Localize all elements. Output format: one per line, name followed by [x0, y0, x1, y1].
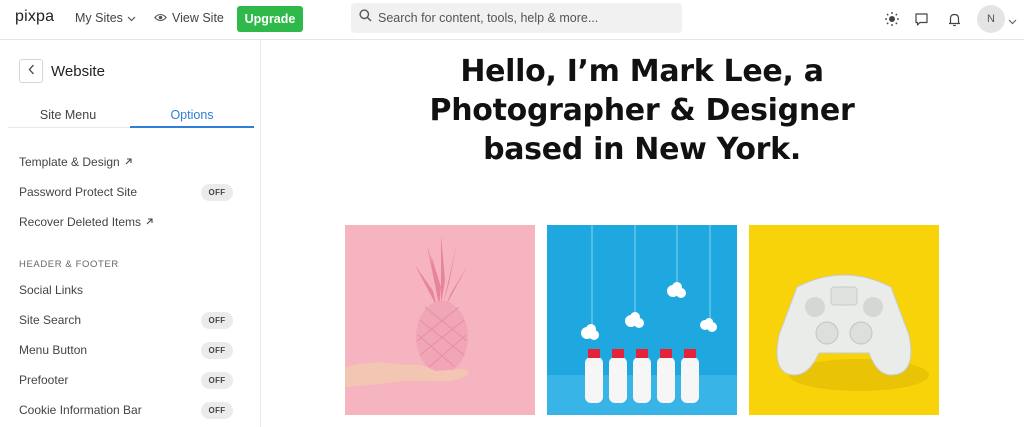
sidebar-item-cookie-bar[interactable]: Cookie Information Bar OFF — [19, 400, 233, 420]
tab-options[interactable]: Options — [130, 108, 254, 128]
site-search-toggle[interactable]: OFF — [201, 311, 233, 329]
gallery-image-controller[interactable] — [749, 225, 939, 415]
sidebar-item-label: Password Protect Site — [19, 185, 138, 199]
section-header-header-footer: HEADER & FOOTER — [19, 259, 119, 270]
chevron-down-icon[interactable] — [1008, 12, 1017, 30]
active-tab-indicator — [130, 126, 254, 128]
back-button[interactable] — [19, 59, 43, 83]
sidebar-item-password-protect[interactable]: Password Protect Site OFF — [19, 182, 233, 202]
view-site-label: View Site — [172, 11, 224, 25]
search-bar[interactable] — [351, 3, 682, 33]
cookie-bar-toggle[interactable]: OFF — [201, 401, 233, 419]
sidebar-item-label: Site Search — [19, 313, 82, 327]
password-protect-toggle[interactable]: OFF — [201, 183, 233, 201]
external-arrow-icon — [124, 155, 133, 169]
chevron-down-icon — [127, 11, 136, 25]
sidebar-item-label: Recover Deleted Items — [19, 215, 142, 229]
sidebar-item-recover-deleted[interactable]: Recover Deleted Items — [19, 212, 233, 232]
bell-icon[interactable] — [945, 10, 963, 28]
sidebar-title: Website — [51, 63, 105, 80]
sidebar-item-label: Prefooter — [19, 373, 69, 387]
avatar[interactable]: N — [977, 5, 1005, 33]
eye-icon — [154, 11, 167, 25]
prefooter-toggle[interactable]: OFF — [201, 371, 233, 389]
search-icon — [359, 9, 372, 27]
sidebar-item-label: Menu Button — [19, 343, 88, 357]
view-site-link[interactable]: View Site — [154, 11, 224, 25]
upgrade-button[interactable]: Upgrade — [237, 6, 303, 32]
chevron-left-icon — [28, 62, 35, 80]
my-sites-label: My Sites — [75, 11, 123, 25]
sidebar-item-prefooter[interactable]: Prefooter OFF — [19, 370, 233, 390]
sidebar-item-label: Cookie Information Bar — [19, 403, 142, 417]
logo[interactable]: pixpa — [15, 8, 54, 26]
sidebar: Website Site Menu Options Template & Des… — [0, 40, 261, 427]
my-sites-menu[interactable]: My Sites — [75, 11, 136, 25]
external-arrow-icon — [145, 215, 154, 229]
sidebar-item-site-search[interactable]: Site Search OFF — [19, 310, 233, 330]
gallery-image-pineapple[interactable] — [345, 225, 535, 415]
sidebar-item-social-links[interactable]: Social Links — [19, 280, 233, 300]
sun-icon[interactable] — [883, 10, 901, 28]
page-headline[interactable]: Hello, I’m Mark Lee, a Photographer & De… — [402, 52, 882, 169]
gallery-image-bottles[interactable] — [547, 225, 737, 415]
sidebar-item-menu-button[interactable]: Menu Button OFF — [19, 340, 233, 360]
sidebar-item-template-design[interactable]: Template & Design — [19, 152, 233, 172]
top-bar: pixpa My Sites View Site Upgrade Search … — [0, 0, 1024, 40]
site-preview: Hello, I’m Mark Lee, a Photographer & De… — [262, 40, 1024, 427]
search-input[interactable] — [378, 11, 668, 25]
tab-site-menu[interactable]: Site Menu — [8, 108, 128, 128]
sidebar-item-label: Social Links — [19, 283, 84, 297]
menu-button-toggle[interactable]: OFF — [201, 341, 233, 359]
chat-icon[interactable] — [912, 10, 930, 28]
sidebar-item-label: Template & Design — [19, 155, 120, 169]
